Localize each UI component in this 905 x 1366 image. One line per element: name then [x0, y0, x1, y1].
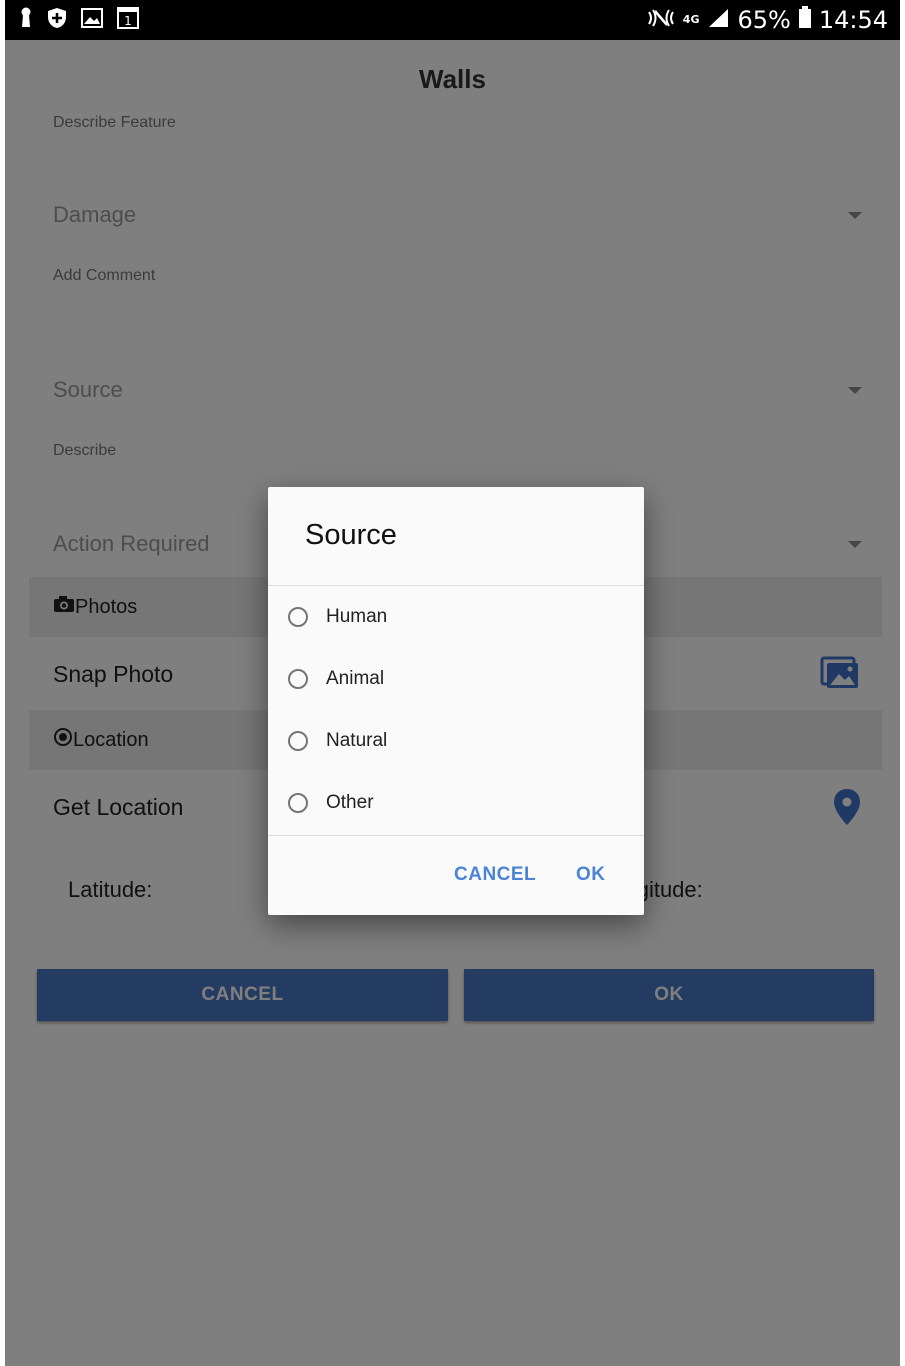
dialog-divider-bottom [268, 835, 644, 836]
status-right: 4G 65% 14:54 [647, 6, 900, 34]
calendar-icon: 1 [117, 7, 139, 33]
battery-percent: 65% [737, 6, 791, 34]
network-type-label: 4G [682, 13, 700, 26]
option-natural[interactable]: Natural [288, 721, 387, 761]
shield-icon [47, 7, 67, 33]
option-label-other: Other [326, 792, 374, 813]
status-time: 14:54 [818, 6, 888, 34]
option-other[interactable]: Other [288, 783, 374, 823]
radio-animal[interactable] [288, 669, 308, 689]
dialog-divider-top [268, 585, 644, 586]
option-animal[interactable]: Animal [288, 659, 384, 699]
muted-signal-icon [647, 6, 675, 34]
battery-icon [798, 6, 811, 34]
option-human[interactable]: Human [288, 597, 387, 637]
radio-other[interactable] [288, 793, 308, 813]
source-dialog: Source Human Animal Natural Other CANCEL… [268, 487, 644, 915]
app-screen: 1 4G 65% 14:54 Walls Describe Feature Da… [5, 0, 900, 1366]
dialog-title: Source [305, 519, 397, 551]
option-label-animal: Animal [326, 668, 385, 689]
svg-text:1: 1 [124, 14, 132, 28]
option-label-natural: Natural [326, 730, 388, 751]
dialog-ok-button[interactable]: OK [570, 860, 612, 890]
radio-natural[interactable] [288, 731, 308, 751]
dialog-cancel-button[interactable]: CANCEL [448, 860, 542, 890]
keyhole-icon [19, 7, 33, 33]
signal-icon [707, 6, 729, 34]
status-bar: 1 4G 65% 14:54 [5, 0, 900, 40]
option-label-human: Human [326, 606, 388, 627]
gallery-icon [81, 8, 103, 32]
radio-human[interactable] [288, 607, 308, 627]
status-left-icons: 1 [5, 7, 139, 33]
